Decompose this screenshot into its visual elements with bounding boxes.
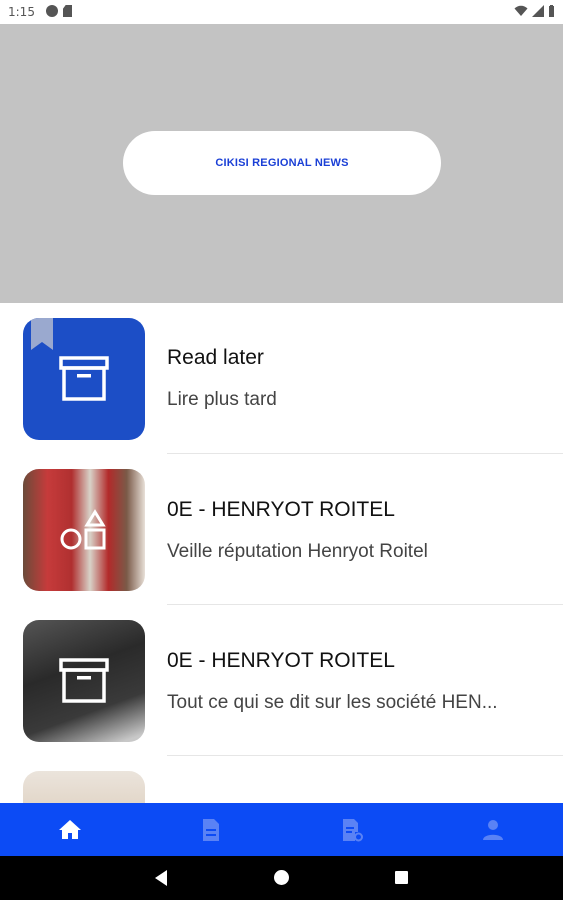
signal-icon	[532, 5, 544, 17]
status-time: 1:15	[8, 5, 35, 19]
status-bar: 1:15	[0, 0, 563, 24]
nav-home[interactable]	[0, 803, 141, 856]
feed-list: Read later Lire plus tard 0E - HENRYOT R…	[0, 303, 563, 803]
list-item-title: 0E - HENRYOT ROITEL	[167, 498, 395, 521]
document-icon	[203, 818, 220, 841]
brand-logo-pill: CIKISI REGIONAL NEWS	[123, 131, 441, 195]
wifi-icon	[514, 5, 528, 16]
document-settings-icon	[342, 818, 363, 841]
shapes-icon	[60, 509, 106, 550]
status-system-icons	[514, 5, 555, 17]
nav-document-settings[interactable]	[282, 803, 423, 856]
home-circle-icon[interactable]	[274, 870, 289, 885]
room-photo-thumbnail	[23, 771, 145, 803]
list-item-henryot-companies[interactable]: 0E - HENRYOT ROITEL Tout ce qui se dit s…	[0, 605, 563, 756]
clergy-photo-thumbnail	[23, 469, 145, 591]
battery-icon	[549, 5, 554, 17]
nav-profile[interactable]	[422, 803, 563, 856]
list-item-subtitle: Veille réputation Henryot Roitel	[167, 541, 428, 562]
archive-box-icon	[59, 356, 109, 401]
home-icon	[59, 819, 82, 839]
recents-icon[interactable]	[395, 871, 408, 884]
nav-documents[interactable]	[141, 803, 282, 856]
bottom-navigation	[0, 803, 563, 856]
list-item-subtitle: Lire plus tard	[167, 389, 277, 410]
status-notification-icons	[46, 5, 72, 17]
header-banner: CIKISI REGIONAL NEWS	[0, 24, 563, 303]
keyboard-photo-thumbnail	[23, 620, 145, 742]
back-icon[interactable]	[155, 870, 167, 886]
notification-app-icon	[46, 5, 58, 17]
brand-name: CIKISI REGIONAL NEWS	[215, 157, 349, 169]
list-item-partial[interactable]	[0, 756, 563, 803]
list-item-henryot-reputation[interactable]: 0E - HENRYOT ROITEL Veille réputation He…	[0, 454, 563, 605]
archive-box-icon	[59, 658, 109, 703]
list-item-subtitle: Tout ce qui se dit sur les société HEN..…	[167, 692, 498, 713]
list-item-read-later[interactable]: Read later Lire plus tard	[0, 303, 563, 454]
list-item-title: Read later	[167, 346, 264, 369]
sd-card-icon	[63, 5, 72, 17]
person-icon	[482, 819, 503, 840]
read-later-thumbnail	[23, 318, 145, 440]
system-navigation-bar	[0, 856, 563, 900]
list-item-title: 0E - HENRYOT ROITEL	[167, 649, 395, 672]
